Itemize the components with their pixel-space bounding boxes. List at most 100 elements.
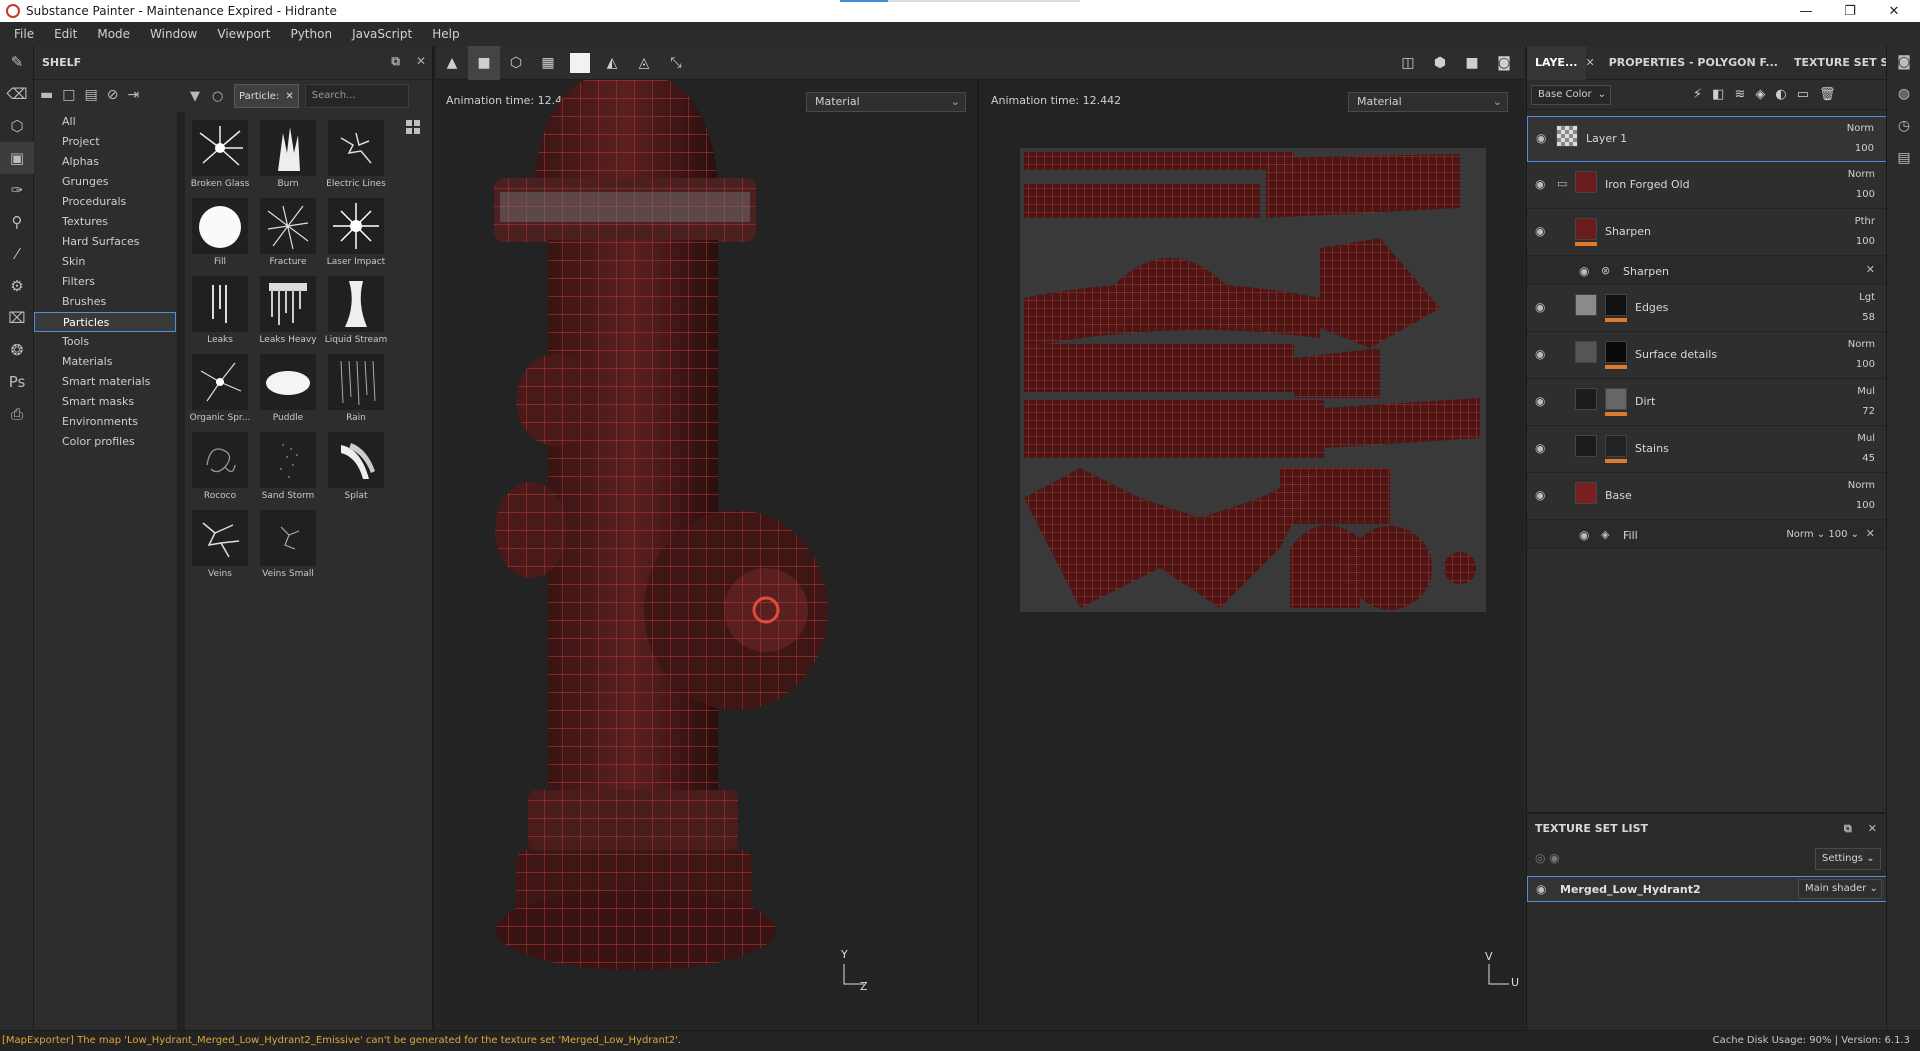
material-mode-select-2d[interactable]: Material ⌄: [1348, 92, 1508, 112]
eraser-icon[interactable]: ⌫: [0, 78, 34, 110]
shelf-item[interactable]: Fracture: [254, 198, 322, 274]
minimize-button[interactable]: —: [1784, 0, 1828, 22]
eye-icon[interactable]: ◉: [1536, 131, 1550, 145]
add-layer-icon[interactable]: ≋: [1734, 87, 1745, 102]
category-color-profiles[interactable]: Color profiles: [34, 432, 176, 452]
shelf-divider[interactable]: [177, 112, 185, 1030]
fill-blend-opacity[interactable]: Norm ⌄ 100 ⌄: [1786, 529, 1859, 540]
effect-row[interactable]: ◉ ⊗ Sharpen ✕: [1527, 257, 1887, 285]
close-panel-icon[interactable]: ✕: [1868, 814, 1877, 844]
camera-icon[interactable]: ■: [1456, 46, 1488, 80]
eye-icon[interactable]: ◉: [1535, 177, 1549, 191]
shelf-item[interactable]: Liquid Stream: [322, 276, 390, 352]
menu-mode[interactable]: Mode: [87, 27, 140, 41]
layer-row[interactable]: ◉ Surface details Norm 100: [1527, 333, 1887, 379]
close-panel-icon[interactable]: ✕: [416, 54, 426, 69]
layer-row[interactable]: ◉ Sharpen Pthr 100: [1527, 210, 1887, 256]
shelf-item[interactable]: Sand Storm: [254, 432, 322, 508]
category-grunges[interactable]: Grunges: [34, 172, 176, 192]
shelf-item[interactable]: Broken Glass: [186, 120, 254, 196]
category-all[interactable]: All: [34, 112, 176, 132]
category-environments[interactable]: Environments: [34, 412, 176, 432]
menu-edit[interactable]: Edit: [44, 27, 87, 41]
eye-icon[interactable]: ◉: [1535, 300, 1549, 314]
category-materials[interactable]: Materials: [34, 352, 176, 372]
eye-icon[interactable]: ◉: [1535, 488, 1549, 502]
menu-help[interactable]: Help: [422, 27, 469, 41]
remove-filter-icon[interactable]: ✕: [285, 91, 293, 102]
add-folder-icon[interactable]: ▭: [1797, 87, 1809, 102]
eye-icon[interactable]: ◉: [1579, 264, 1589, 278]
add-smart-material-icon[interactable]: ◐: [1775, 87, 1786, 102]
hide-icon[interactable]: ⊘: [107, 87, 119, 103]
view-cube-icon[interactable]: ⬡: [500, 46, 532, 80]
close-window-button[interactable]: ✕: [1872, 0, 1916, 22]
layer-row[interactable]: ◉ Base Norm 100: [1527, 474, 1887, 520]
polygon-fill-icon[interactable]: ▣: [0, 142, 34, 174]
paint-brush-icon[interactable]: ✎: [0, 46, 34, 78]
eye-icon[interactable]: ◉: [1535, 224, 1549, 238]
shelf-item[interactable]: Electric Lines: [322, 120, 390, 196]
history-icon[interactable]: ◷: [1887, 110, 1920, 142]
layer-row[interactable]: ◉ Dirt Mul 72: [1527, 380, 1887, 426]
layer-opacity[interactable]: 100: [1855, 143, 1874, 154]
menu-viewport[interactable]: Viewport: [207, 27, 280, 41]
new-resource-icon[interactable]: □: [62, 87, 75, 103]
shader-select[interactable]: Main shader ⌄: [1798, 879, 1882, 899]
layer-row[interactable]: ◉ Stains Mul 45: [1527, 427, 1887, 473]
layer-opacity[interactable]: 100: [1856, 500, 1875, 511]
layer-opacity[interactable]: 58: [1862, 312, 1875, 323]
layer-row[interactable]: ◉ ▭ Iron Forged Old Norm 100: [1527, 163, 1887, 209]
split-view-icon[interactable]: ◫: [1392, 46, 1424, 80]
shelf-item[interactable]: Leaks Heavy: [254, 276, 322, 352]
layer-opacity[interactable]: 72: [1862, 406, 1875, 417]
photoshop-icon[interactable]: Ps: [0, 366, 34, 398]
restore-button[interactable]: ❐: [1828, 0, 1872, 22]
channel-select[interactable]: Base Color ⌄: [1531, 84, 1611, 105]
category-skin[interactable]: Skin: [34, 252, 176, 272]
category-particles[interactable]: Particles: [34, 312, 176, 332]
eye-icon[interactable]: ◉: [1536, 882, 1546, 896]
layer-opacity[interactable]: 100: [1856, 359, 1875, 370]
remove-effect-icon[interactable]: ✕: [1866, 263, 1875, 276]
tab-layers[interactable]: LAYE...: [1527, 45, 1586, 80]
category-smart-masks[interactable]: Smart masks: [34, 392, 176, 412]
symmetry-options-icon[interactable]: ◬: [628, 46, 660, 80]
menu-window[interactable]: Window: [140, 27, 207, 41]
screenshot-icon[interactable]: ◙: [1488, 46, 1520, 80]
layer-opacity[interactable]: 100: [1856, 189, 1875, 200]
category-alphas[interactable]: Alphas: [34, 152, 176, 172]
layer-opacity[interactable]: 45: [1862, 453, 1875, 464]
shelf-item[interactable]: Puddle: [254, 354, 322, 430]
add-effect-icon[interactable]: ⚡: [1693, 87, 1702, 102]
category-filters[interactable]: Filters: [34, 272, 176, 292]
texture-set-row[interactable]: ◉ Merged_Low_Hydrant2 Main shader ⌄: [1527, 876, 1887, 902]
shelf-item[interactable]: Rococo: [186, 432, 254, 508]
visibility-toggle-icons[interactable]: ◎ ◉: [1535, 851, 1560, 865]
layer-opacity[interactable]: 100: [1856, 236, 1875, 247]
filter-chip[interactable]: Particle: ✕: [234, 84, 299, 108]
export-icon[interactable]: ⎙: [0, 398, 34, 430]
layer-row[interactable]: ◉ Edges Lgt 58: [1527, 286, 1887, 332]
mesh-display-icon[interactable]: ⬢: [1424, 46, 1456, 80]
view-3d-icon[interactable]: ■: [468, 45, 500, 80]
layer-blend-mode[interactable]: Norm: [1848, 480, 1875, 491]
shelf-item[interactable]: Leaks: [186, 276, 254, 352]
eye-icon[interactable]: ◉: [1535, 347, 1549, 361]
clone-stamp-icon[interactable]: ⚲: [0, 206, 34, 238]
projection-icon[interactable]: ⬡: [0, 110, 34, 142]
category-procedurals[interactable]: Procedurals: [34, 192, 176, 212]
grid-view-icon[interactable]: [406, 120, 420, 134]
category-tools[interactable]: Tools: [34, 332, 176, 352]
log-icon[interactable]: ▤: [1887, 142, 1920, 174]
shelf-item[interactable]: Veins Small: [254, 510, 322, 586]
category-brushes[interactable]: Brushes: [34, 292, 176, 312]
symmetry-icon[interactable]: ◭: [596, 46, 628, 80]
display-settings-icon[interactable]: ◍: [1887, 78, 1920, 110]
layer-blend-mode[interactable]: Pthr: [1855, 216, 1875, 227]
menu-javascript[interactable]: JavaScript: [342, 27, 422, 41]
layer-blend-mode[interactable]: Mul: [1857, 433, 1875, 444]
settings-gear-icon[interactable]: ⚙: [0, 270, 34, 302]
menu-python[interactable]: Python: [280, 27, 342, 41]
color-picker-icon[interactable]: ⁄: [0, 238, 34, 270]
